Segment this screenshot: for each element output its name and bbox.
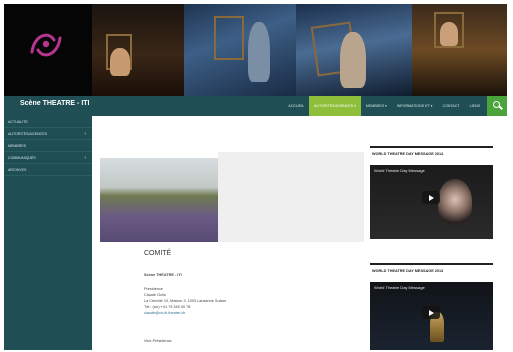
main-content: COMITÉ Scène THEATRE - ITI Présidence Cl…: [92, 116, 507, 350]
play-icon[interactable]: [422, 191, 440, 204]
video-thumbnail: [438, 179, 472, 225]
sidebar: ACTUALITÉ AUTORITÉS/AGENCES › MEMBRES CO…: [4, 116, 92, 350]
chevron-right-icon: ›: [84, 131, 86, 137]
image-placeholder: [218, 152, 364, 242]
header-banner: [4, 4, 507, 96]
sidebar-item-autorites[interactable]: AUTORITÉS/AGENCES ›: [4, 128, 92, 140]
page-title: COMITÉ: [144, 250, 172, 257]
search-button[interactable]: [487, 96, 507, 116]
logo-area[interactable]: [4, 4, 92, 96]
role-heading: Présidence: [144, 287, 163, 291]
nav-item-informations[interactable]: INFORMATIONS ET ▾: [392, 96, 438, 116]
widget-divider: [370, 263, 493, 265]
main-navbar: Scène THEATRE - ITI ACCUEIL AUTORITÉS/AG…: [4, 96, 507, 116]
email-link[interactable]: claude@ch-iti-theatre.ch: [144, 311, 185, 315]
page-frame: Scène THEATRE - ITI ACCUEIL AUTORITÉS/AG…: [4, 4, 507, 350]
video-caption: World Theatre Day Message: [374, 285, 425, 290]
video-player[interactable]: World Theatre Day Message: [370, 165, 493, 239]
video-caption: World Theatre Day Message: [374, 168, 425, 173]
person-name: Claude Ochs: [144, 293, 166, 297]
nav-item-accueil[interactable]: ACCUEIL: [283, 96, 309, 116]
phone-line: Tél.: (sic) +41 79 345 00 78: [144, 305, 191, 309]
organization-name: Scène THEATRE - ITI: [144, 273, 182, 277]
widget-title: WORLD THEATRE DAY MESSAGE 2014: [372, 152, 444, 156]
widget-title: WORLD THEATRE DAY MESSAGE 2013: [372, 269, 444, 273]
nav-item-membres[interactable]: MEMBRES ▾: [361, 96, 392, 116]
sidebar-item-label: MEMBRES: [8, 144, 27, 148]
play-icon[interactable]: [422, 306, 440, 319]
banner-photo-1: [92, 4, 184, 96]
sidebar-item-archives[interactable]: ARCHIVES: [4, 164, 92, 176]
video-player[interactable]: World Theatre Day Message: [370, 282, 493, 350]
banner-photo-3: [296, 4, 412, 96]
sidebar-item-label: COMMUNIQUÉS: [8, 156, 36, 160]
sidebar-item-label: AUTORITÉS/AGENCES: [8, 132, 48, 136]
nav-item-contact[interactable]: CONTACT: [438, 96, 465, 116]
hero-image: [100, 158, 218, 242]
address-line: La Cheville 10, Maison 3, 1003 Lausanne …: [144, 299, 227, 303]
nav-item-autorites[interactable]: AUTORITÉS/AGENCES ▾: [309, 96, 361, 116]
nav-menu: ACCUEIL AUTORITÉS/AGENCES ▾ MEMBRES ▾ IN…: [283, 96, 485, 116]
site-logo-icon[interactable]: [24, 22, 68, 66]
sidebar-item-communiques[interactable]: COMMUNIQUÉS ›: [4, 152, 92, 164]
site-title-link[interactable]: Scène THEATRE - ITI: [20, 100, 90, 107]
widget-divider: [370, 146, 493, 148]
nav-item-liens[interactable]: LIENS: [465, 96, 485, 116]
sidebar-item-label: ARCHIVES: [8, 168, 27, 172]
role-heading: Vice-Présidence: [144, 339, 172, 343]
sidebar-item-membres[interactable]: MEMBRES: [4, 140, 92, 152]
sidebar-item-actualite[interactable]: ACTUALITÉ: [4, 116, 92, 128]
banner-photo-4: [412, 4, 507, 96]
banner-photo-2: [184, 4, 296, 96]
sidebar-item-label: ACTUALITÉ: [8, 120, 28, 124]
chevron-right-icon: ›: [84, 155, 86, 161]
